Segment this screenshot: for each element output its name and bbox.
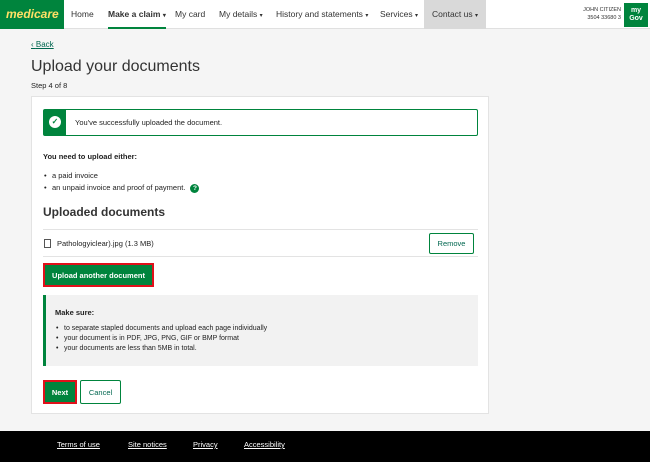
nav-history-statements[interactable]: History and statements ▾ [276, 0, 368, 29]
nav-my-card[interactable]: My card [175, 0, 205, 29]
footer-link-privacy[interactable]: Privacy [193, 440, 218, 449]
help-icon[interactable]: ? [190, 183, 200, 193]
chevron-down-icon: ▾ [162, 13, 166, 19]
chevron-down-icon: ▾ [259, 13, 263, 19]
check-circle-icon: ✓ [49, 116, 61, 128]
user-number: 3504 33680 3 [587, 15, 621, 21]
file-name: Pathologyiclear).jpg (1.3 MB) [57, 239, 154, 248]
user-info[interactable]: JOHN CITIZEN 3504 33680 3 [583, 6, 621, 22]
uploaded-file-row: Pathologyiclear).jpg (1.3 MB) Remove [43, 229, 478, 257]
requirements-list: a paid invoice an unpaid invoice and pro… [43, 170, 200, 194]
make-sure-panel: Make sure: to separate stapled documents… [43, 295, 478, 366]
medicare-logo[interactable]: medicare [0, 0, 64, 29]
requirements-heading: You need to upload either: [43, 152, 138, 161]
top-nav: medicare Home Make a claim ▾ My card My … [0, 0, 650, 29]
step-indicator: Step 4 of 8 [31, 81, 68, 90]
next-button[interactable]: Next [43, 380, 77, 404]
nav-home[interactable]: Home [71, 0, 94, 29]
footer-link-site-notices[interactable]: Site notices [128, 440, 167, 449]
success-alert: ✓ You've successfully uploaded the docum… [43, 109, 478, 136]
footer: Terms of use Site notices Privacy Access… [0, 431, 650, 462]
mygov-logo[interactable]: my Gov [624, 3, 648, 27]
list-item: to separate stapled documents and upload… [55, 324, 267, 334]
image-file-icon [44, 239, 51, 248]
list-item: your documents are less than 5MB in tota… [55, 344, 267, 354]
chevron-down-icon: ▾ [414, 13, 418, 19]
cancel-button[interactable]: Cancel [80, 380, 121, 404]
chevron-down-icon: ▾ [475, 13, 479, 19]
success-message: You've successfully uploaded the documen… [75, 118, 223, 127]
footer-link-terms[interactable]: Terms of use [57, 440, 100, 449]
nav-contact-us[interactable]: Contact us ▾ [424, 0, 487, 29]
upload-card: ✓ You've successfully uploaded the docum… [31, 96, 489, 414]
list-item: your document is in PDF, JPG, PNG, GIF o… [55, 334, 267, 344]
list-item: a paid invoice [43, 170, 199, 182]
page-title: Upload your documents [31, 58, 200, 75]
upload-another-document-button[interactable]: Upload another document [43, 263, 154, 287]
footer-link-accessibility[interactable]: Accessibility [244, 440, 285, 449]
nav-make-a-claim[interactable]: Make a claim ▾ [108, 0, 166, 29]
user-name: JOHN CITIZEN [583, 7, 621, 13]
uploaded-documents-heading: Uploaded documents [43, 205, 166, 219]
make-sure-heading: Make sure: [55, 308, 95, 317]
nav-services[interactable]: Services ▾ [380, 0, 418, 29]
back-link[interactable]: ‹ Back [31, 40, 54, 49]
list-item: an unpaid invoice and proof of payment.? [43, 182, 200, 194]
make-sure-list: to separate stapled documents and upload… [55, 324, 267, 354]
remove-button[interactable]: Remove [429, 233, 474, 254]
chevron-down-icon: ▾ [365, 13, 369, 19]
nav-my-details[interactable]: My details ▾ [219, 0, 263, 29]
